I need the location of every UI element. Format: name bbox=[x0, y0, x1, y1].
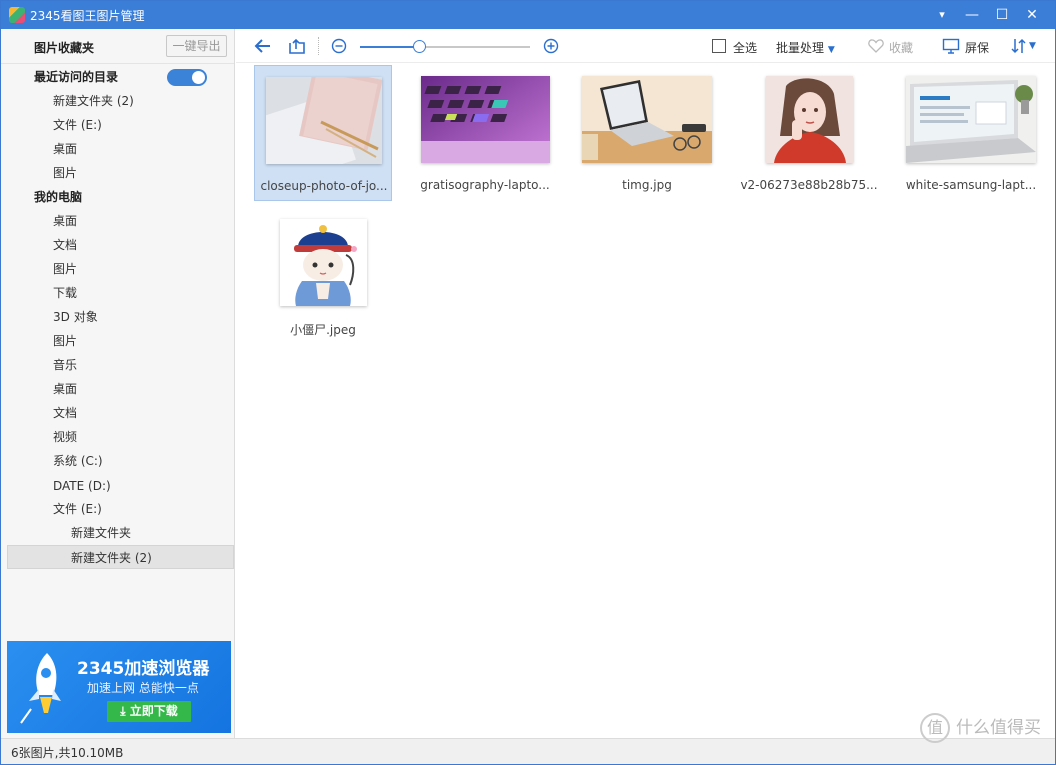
thumbnail-illustration-girl-image bbox=[766, 76, 853, 163]
title-bar: 2345看图王图片管理 ▾ — ☐ ✕ bbox=[1, 1, 1055, 29]
zoom-out-icon[interactable] bbox=[330, 37, 348, 55]
zoom-slider-track[interactable] bbox=[360, 46, 530, 48]
status-bar: 6张图片,共10.10MB 值什么值得买 bbox=[1, 713, 1055, 764]
app-window: 2345看图王图片管理 ▾ — ☐ ✕ 图片收藏夹 一键导出 最近访问的目录 新… bbox=[0, 0, 1056, 765]
recent-item[interactable]: 新建文件夹 (2) bbox=[1, 89, 234, 113]
recent-item[interactable]: 文件 (E:) bbox=[1, 113, 234, 137]
image-tile[interactable]: gratisography-lapto... bbox=[416, 65, 554, 201]
thumbnail bbox=[906, 76, 1036, 163]
computer-item[interactable]: DATE (D:) bbox=[1, 474, 234, 498]
image-tile[interactable]: v2-06273e88b28b75... bbox=[740, 65, 878, 201]
subfolder-item[interactable]: 新建文件夹 bbox=[1, 521, 234, 545]
computer-item[interactable]: 3D 对象 bbox=[1, 305, 234, 329]
image-tile[interactable]: closeup-photo-of-jo... bbox=[254, 65, 392, 201]
image-tile[interactable]: white-samsung-lapt... bbox=[902, 65, 1040, 201]
thumbnail bbox=[421, 76, 550, 163]
ad-title: 2345加速浏览器 bbox=[77, 659, 210, 679]
favorite-label[interactable]: 收藏 bbox=[889, 39, 913, 56]
zoom-slider-fill bbox=[360, 46, 420, 48]
subfolder-item-selected[interactable]: 新建文件夹 (2) bbox=[7, 545, 234, 569]
computer-item[interactable]: 桌面 bbox=[1, 377, 234, 401]
upload-folder-icon[interactable] bbox=[288, 37, 306, 55]
close-button[interactable]: ✕ bbox=[1017, 1, 1047, 29]
sort-dropdown-icon[interactable]: ▼ bbox=[1029, 41, 1036, 51]
image-count-summary: 6张图片,共10.10MB bbox=[11, 746, 124, 760]
browser-ad-banner[interactable]: 2345加速浏览器 加速上网 总能快一点 ⤓ 立即下载 bbox=[7, 641, 231, 733]
favorites-title: 图片收藏夹 bbox=[34, 41, 95, 55]
ad-download-button[interactable]: ⤓ 立即下载 bbox=[107, 701, 191, 722]
sidebar-divider bbox=[1, 63, 234, 64]
app-logo-icon bbox=[9, 7, 25, 23]
computer-item[interactable]: 视频 bbox=[1, 425, 234, 449]
image-tile[interactable]: timg.jpg bbox=[578, 65, 716, 201]
thumbnail-cartoon-zombie-image bbox=[280, 219, 367, 306]
export-button[interactable]: 一键导出 bbox=[166, 35, 227, 57]
image-filename: white-samsung-lapt... bbox=[905, 178, 1037, 192]
thumbnail bbox=[582, 76, 712, 163]
computer-item[interactable]: 图片 bbox=[1, 329, 234, 353]
computer-item[interactable]: 文档 bbox=[1, 233, 234, 257]
minimize-button[interactable]: — bbox=[957, 1, 987, 29]
back-arrow-icon[interactable] bbox=[254, 37, 272, 55]
zoom-slider-handle[interactable] bbox=[412, 40, 426, 53]
computer-item[interactable]: 文档 bbox=[1, 401, 234, 425]
image-filename: 小僵尸.jpeg bbox=[290, 323, 356, 337]
favorites-header: 图片收藏夹 一键导出 bbox=[1, 29, 234, 63]
heart-icon[interactable] bbox=[867, 37, 885, 55]
screensaver-label[interactable]: 屏保 bbox=[965, 39, 989, 56]
computer-item[interactable]: 下载 bbox=[1, 281, 234, 305]
thumbnail-laptop-desk-image bbox=[582, 76, 712, 163]
recent-dirs-toggle[interactable] bbox=[167, 69, 207, 86]
image-filename: closeup-photo-of-jo... bbox=[260, 179, 388, 193]
batch-process-label: 批量处理 bbox=[776, 41, 825, 55]
image-tile[interactable]: 小僵尸.jpeg bbox=[254, 208, 392, 344]
thumbnail-samsung-laptop-image bbox=[906, 76, 1036, 163]
image-filename: v2-06273e88b28b75... bbox=[740, 178, 878, 192]
maximize-button[interactable]: ☐ bbox=[987, 1, 1017, 29]
rocket-icon bbox=[20, 653, 61, 724]
watermark-logo-icon: 值 bbox=[920, 713, 950, 743]
menu-dropdown-button[interactable]: ▾ bbox=[927, 1, 957, 29]
thumbnail bbox=[266, 77, 382, 164]
sort-icon[interactable] bbox=[1010, 37, 1028, 55]
computer-item[interactable]: 文件 (E:) bbox=[1, 497, 234, 521]
computer-item[interactable]: 桌面 bbox=[1, 209, 234, 233]
thumbnail bbox=[280, 219, 367, 306]
computer-item[interactable]: 音乐 bbox=[1, 353, 234, 377]
window-title: 2345看图王图片管理 bbox=[30, 9, 145, 23]
image-filename: timg.jpg bbox=[622, 178, 672, 192]
sidebar: 图片收藏夹 一键导出 最近访问的目录 新建文件夹 (2) 文件 (E:) 桌面 … bbox=[1, 29, 235, 738]
toolbar-separator bbox=[318, 37, 319, 55]
select-all-label[interactable]: 全选 bbox=[733, 39, 757, 56]
image-grid: closeup-photo-of-jo... gratisography-lap… bbox=[236, 63, 1055, 738]
watermark-text: 什么值得买 bbox=[956, 718, 1041, 738]
thumbnail bbox=[766, 76, 853, 163]
watermark: 值什么值得买 bbox=[920, 713, 1041, 743]
zoom-in-icon[interactable] bbox=[542, 37, 560, 55]
image-filename: gratisography-lapto... bbox=[420, 178, 550, 192]
my-computer-header[interactable]: 我的电脑 bbox=[1, 185, 234, 209]
toolbar: 全选 批量处理 ▼ 收藏 屏保 ▼ bbox=[236, 29, 1055, 63]
thumbnail-notebooks-image bbox=[266, 77, 382, 164]
recent-item[interactable]: 图片 bbox=[1, 161, 234, 185]
computer-item[interactable]: 图片 bbox=[1, 257, 234, 281]
ad-subtitle: 加速上网 总能快一点 bbox=[87, 681, 199, 695]
batch-process-menu[interactable]: 批量处理 ▼ bbox=[776, 39, 835, 56]
ad-button-label: 立即下载 bbox=[129, 704, 178, 718]
select-all-checkbox[interactable] bbox=[712, 39, 726, 53]
recent-item[interactable]: 桌面 bbox=[1, 137, 234, 161]
chevron-down-icon: ▼ bbox=[827, 45, 835, 55]
computer-item[interactable]: 系统 (C:) bbox=[1, 449, 234, 473]
download-icon: ⤓ bbox=[120, 704, 130, 718]
thumbnail-keyboard-image bbox=[421, 76, 550, 163]
toggle-knob bbox=[192, 71, 205, 84]
monitor-icon[interactable] bbox=[942, 37, 960, 55]
